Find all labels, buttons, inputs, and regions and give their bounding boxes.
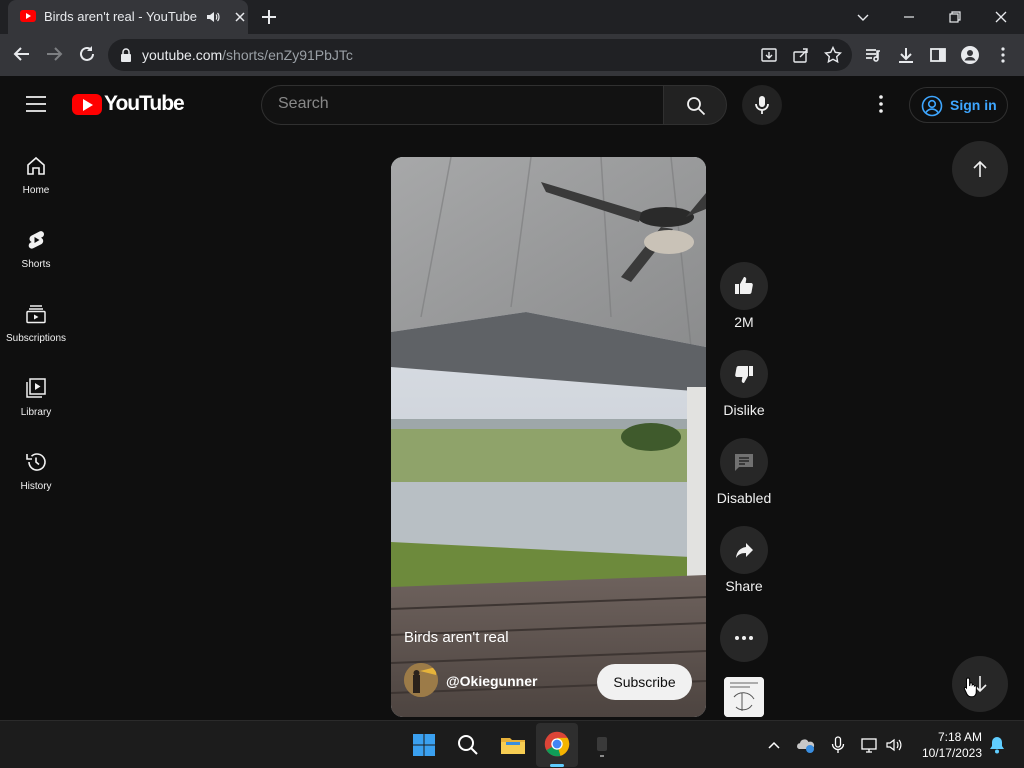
windows-taskbar: 7:18 AM 10/17/2023: [0, 720, 1024, 768]
sidebar-item-label: Shorts: [21, 259, 51, 270]
network-icon[interactable]: [860, 735, 880, 755]
share-icon: [736, 543, 753, 558]
sidebar-item-history[interactable]: History: [0, 451, 72, 525]
settings-menu-icon[interactable]: [874, 94, 888, 114]
subscriptions-icon: [26, 305, 46, 324]
notifications-bell-icon[interactable]: [987, 735, 1007, 755]
hamburger-menu-icon[interactable]: [26, 96, 46, 112]
home-icon: [27, 156, 45, 175]
tab-title: Birds aren't real - YouTube: [44, 9, 198, 24]
volume-icon[interactable]: [884, 735, 904, 755]
browser-toolbar: youtube.com/shorts/enZy91PbJTc: [0, 34, 1024, 76]
minimize-icon[interactable]: [898, 6, 920, 28]
microphone-tray-icon[interactable]: [828, 735, 848, 755]
share-label: Share: [725, 578, 763, 594]
channel-avatar-image: [404, 663, 438, 697]
show-hidden-icons-chevron-icon[interactable]: [764, 735, 784, 755]
dislike-label: Dislike: [723, 402, 765, 418]
thumbs-down-icon: [735, 366, 753, 383]
youtube-logo-icon[interactable]: [72, 94, 102, 115]
app-taskbar-icon[interactable]: [586, 729, 618, 761]
onedrive-icon[interactable]: [796, 735, 816, 755]
microphone-icon: [755, 96, 769, 114]
short-video-player[interactable]: Birds aren't real @Okiegunner Subscribe: [391, 157, 706, 717]
back-icon[interactable]: [12, 44, 32, 64]
arrow-up-icon: [973, 160, 987, 177]
url-text[interactable]: youtube.com/shorts/enZy91PbJTc: [142, 47, 353, 63]
forward-icon[interactable]: [44, 44, 64, 64]
youtube-favicon-icon: [20, 10, 36, 22]
sidebar-item-label: Subscriptions: [5, 333, 67, 344]
history-icon: [26, 453, 46, 471]
thumbs-up-icon: [735, 277, 753, 294]
chrome-taskbar-item[interactable]: [536, 723, 578, 767]
browser-title-bar: Birds aren't real - YouTube: [0, 0, 1024, 34]
sidebar-item-label: History: [20, 481, 52, 492]
youtube-header: YouTube Sign in: [0, 76, 1024, 132]
windows-start-icon[interactable]: [408, 729, 440, 761]
search-icon: [687, 97, 706, 116]
window-close-icon[interactable]: [990, 6, 1012, 28]
sidebar-item-home[interactable]: Home: [0, 155, 72, 229]
sidebar-item-label: Home: [22, 185, 50, 196]
sidebar-item-subscriptions[interactable]: Subscriptions: [0, 303, 72, 377]
tab-search-chevron-icon[interactable]: [852, 6, 874, 28]
browser-tab[interactable]: Birds aren't real - YouTube: [8, 0, 248, 34]
mouse-hand-cursor-icon: [963, 677, 977, 698]
install-app-icon[interactable]: [760, 46, 778, 64]
share-button[interactable]: [720, 526, 768, 574]
profile-icon[interactable]: [961, 46, 979, 64]
lock-icon[interactable]: [120, 48, 132, 62]
short-title[interactable]: Birds aren't real: [404, 629, 509, 646]
comments-button[interactable]: [720, 438, 768, 486]
channel-avatar[interactable]: [404, 663, 438, 697]
sidebar-item-library[interactable]: Library: [0, 377, 72, 451]
sign-in-label: Sign in: [950, 97, 997, 113]
dislike-button[interactable]: [720, 350, 768, 398]
tab-close-icon[interactable]: [232, 9, 248, 25]
like-count: 2M: [734, 314, 754, 330]
clock-date: 10/17/2023: [921, 746, 982, 760]
search-box[interactable]: [261, 85, 663, 125]
restore-icon[interactable]: [944, 6, 966, 28]
active-app-indicator: [550, 764, 564, 767]
address-bar[interactable]: youtube.com/shorts/enZy91PbJTc: [108, 39, 852, 71]
reload-icon[interactable]: [77, 44, 97, 64]
voice-search-button[interactable]: [742, 85, 782, 125]
library-icon: [26, 378, 46, 398]
youtube-logo-text[interactable]: YouTube: [104, 92, 185, 116]
media-queue-icon[interactable]: [864, 46, 882, 64]
bookmark-star-icon[interactable]: [824, 46, 842, 64]
more-horizontal-icon: [735, 636, 753, 640]
side-panel-icon[interactable]: [929, 46, 947, 64]
audio-playing-icon[interactable]: [206, 10, 220, 24]
chrome-icon: [544, 731, 570, 757]
channel-name[interactable]: @Okiegunner: [446, 673, 537, 689]
sound-thumbnail-image: [724, 677, 764, 717]
like-button[interactable]: [720, 262, 768, 310]
comment-icon: [735, 454, 753, 471]
share-page-icon[interactable]: [792, 46, 810, 64]
new-tab-icon[interactable]: [260, 8, 278, 26]
search-input[interactable]: [278, 95, 648, 113]
sound-thumbnail[interactable]: [724, 677, 764, 717]
previous-short-button[interactable]: [952, 141, 1008, 197]
file-explorer-icon[interactable]: [497, 729, 529, 761]
shorts-icon: [28, 231, 44, 249]
clock-time: 7:18 AM: [937, 730, 982, 744]
taskbar-search-icon[interactable]: [452, 729, 484, 761]
account-icon: [921, 95, 943, 117]
sign-in-button[interactable]: Sign in: [909, 87, 1008, 123]
comments-label: Disabled: [716, 490, 772, 506]
chrome-menu-icon[interactable]: [994, 46, 1012, 64]
search-button[interactable]: [663, 85, 727, 125]
downloads-icon[interactable]: [897, 46, 915, 64]
subscribe-button[interactable]: Subscribe: [597, 664, 692, 700]
sidebar-item-label: Library: [20, 407, 52, 418]
sidebar-item-shorts[interactable]: Shorts: [0, 229, 72, 303]
system-clock[interactable]: 7:18 AM 10/17/2023: [912, 729, 982, 761]
more-actions-button[interactable]: [720, 614, 768, 662]
